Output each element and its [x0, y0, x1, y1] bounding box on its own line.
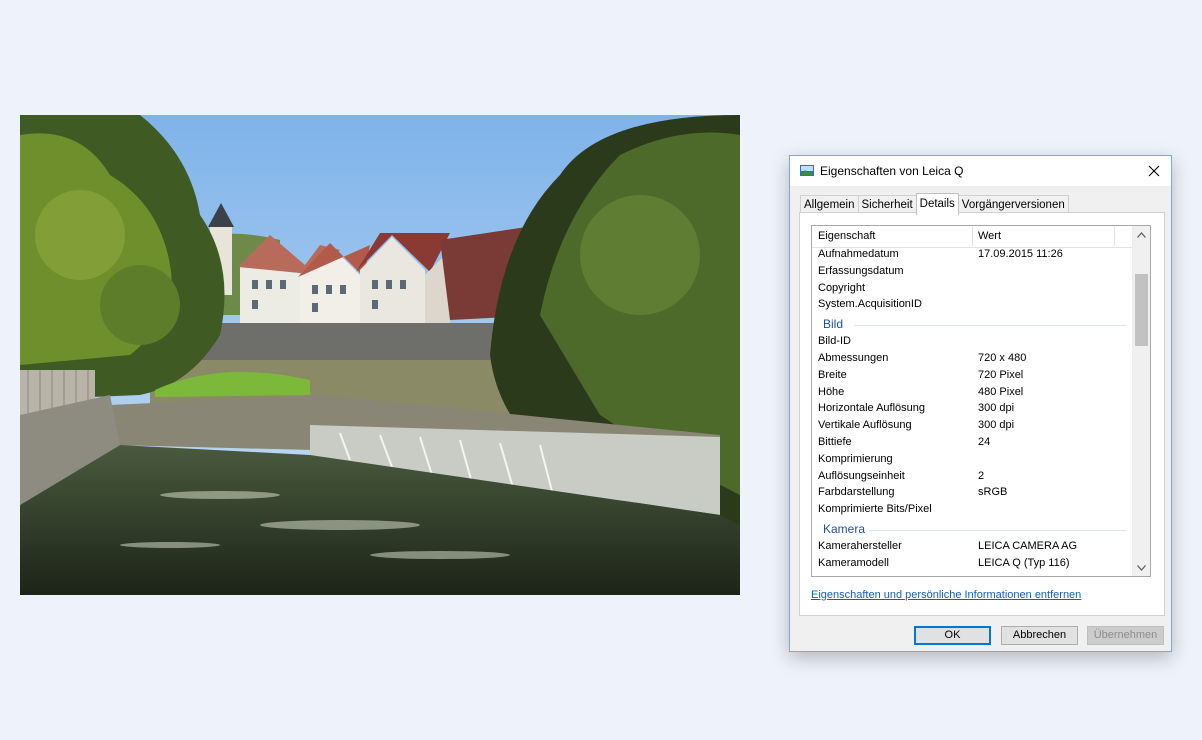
property-name: Breite [818, 368, 847, 381]
property-name: Erfassungsdatum [818, 264, 904, 277]
property-row[interactable]: Kamerahersteller LEICA CAMERA AG [812, 539, 1132, 556]
property-row[interactable]: Bittiefe 24 [812, 435, 1132, 452]
details-panel: Eigenschaft Wert Aufnahmedatum 17.09.2015… [799, 212, 1165, 616]
property-row[interactable]: Erfassungsdatum [812, 264, 1132, 281]
property-name: Höhe [818, 385, 845, 398]
property-value: 24 [978, 435, 991, 448]
remove-properties-link[interactable]: Eigenschaften und persönliche Informatio… [811, 589, 1081, 601]
property-row[interactable]: Copyright [812, 281, 1132, 298]
group-divider [854, 325, 1126, 327]
property-name: Komprimierte Bits/Pixel [818, 503, 932, 516]
photo-preview [20, 115, 740, 595]
property-name: Bittiefe [818, 435, 852, 448]
column-separator[interactable] [1114, 226, 1115, 246]
close-button[interactable] [1137, 156, 1171, 186]
property-row[interactable]: Abmessungen 720 x 480 [812, 351, 1132, 368]
scroll-thumb[interactable] [1135, 274, 1148, 346]
vertical-scrollbar[interactable] [1132, 226, 1150, 576]
group-label: Kamera [823, 521, 866, 536]
group-label: Bild [823, 317, 844, 332]
property-value: LEICA Q (Typ 116) [978, 556, 1070, 569]
group-header-kamera: Kamera [812, 519, 1132, 539]
scroll-up-button[interactable] [1133, 226, 1150, 243]
property-row[interactable]: Komprimierung [812, 452, 1132, 469]
town-river-photo [20, 115, 740, 595]
property-row[interactable]: Bild-ID [812, 334, 1132, 351]
property-name: Kamerahersteller [818, 539, 902, 552]
property-row[interactable]: Breite 720 Pixel [812, 368, 1132, 385]
property-row[interactable]: Farbdarstellung sRGB [812, 485, 1132, 502]
chevron-down-icon [1137, 564, 1146, 571]
group-header-bild: Bild [812, 314, 1132, 334]
property-value: 2 [978, 469, 985, 482]
property-row[interactable]: Kameramodell LEICA Q (Typ 116) [812, 556, 1132, 573]
property-row[interactable]: Komprimierte Bits/Pixel [812, 502, 1132, 519]
ok-button[interactable]: OK [914, 626, 991, 645]
property-name: Auflösungseinheit [818, 469, 905, 482]
property-name: Horizontale Auflösung [818, 402, 926, 415]
window-title: Eigenschaften von Leica Q [820, 164, 964, 178]
close-icon [1148, 165, 1160, 177]
property-name: Aufnahmedatum [818, 248, 899, 260]
property-row[interactable]: Aufnahmedatum 17.09.2015 11:26 [812, 247, 1132, 264]
property-value: 720 x 480 [978, 351, 1027, 364]
property-value: sRGB [978, 486, 1008, 499]
property-value: 720 Pixel [978, 368, 1024, 381]
property-value: 17.09.2015 11:26 [978, 248, 1063, 260]
property-name: System.AcquisitionID [818, 298, 922, 311]
property-name: Abmessungen [818, 351, 889, 364]
property-row[interactable]: Auflösungseinheit 2 [812, 469, 1132, 486]
properties-dialog: Eigenschaften von Leica Q Allgemein Sich… [789, 155, 1172, 652]
scroll-down-button[interactable] [1133, 559, 1150, 576]
column-header-property[interactable]: Eigenschaft [818, 230, 875, 242]
property-row[interactable]: Vertikale Auflösung 300 dpi [812, 418, 1132, 435]
property-value: LEICA CAMERA AG [978, 539, 1078, 552]
tab-details[interactable]: Details [915, 193, 959, 215]
list-header: Eigenschaft Wert [812, 226, 1132, 248]
property-name: Komprimierung [818, 452, 893, 465]
property-row[interactable]: Horizontale Auflösung 300 dpi [812, 401, 1132, 418]
property-name: Kameramodell [818, 556, 889, 569]
column-separator[interactable] [972, 226, 973, 246]
property-value: 300 dpi [978, 402, 1015, 415]
cancel-button[interactable]: Abbrechen [1001, 626, 1078, 645]
image-file-icon [800, 165, 814, 176]
title-bar[interactable]: Eigenschaften von Leica Q [790, 156, 1171, 186]
chevron-up-icon [1137, 231, 1146, 238]
property-name: Farbdarstellung [818, 486, 895, 499]
property-list[interactable]: Eigenschaft Wert Aufnahmedatum 17.09.2015… [811, 225, 1151, 577]
property-row[interactable]: System.AcquisitionID [812, 297, 1132, 314]
property-value: 480 Pixel [978, 385, 1024, 398]
property-name: Bild-ID [818, 335, 852, 348]
apply-button[interactable]: Übernehmen [1087, 626, 1164, 645]
property-rows: Aufnahmedatum 17.09.2015 11:26 Erfassungs… [812, 247, 1132, 573]
property-row[interactable]: Höhe 480 Pixel [812, 385, 1132, 402]
column-header-value[interactable]: Wert [978, 230, 1001, 242]
property-name: Vertikale Auflösung [818, 419, 912, 432]
property-value: 300 dpi [978, 419, 1015, 432]
group-divider [869, 529, 1126, 531]
property-name: Copyright [818, 281, 866, 294]
tab-strip: Allgemein Sicherheit Details Vorgängerve… [800, 193, 1069, 215]
